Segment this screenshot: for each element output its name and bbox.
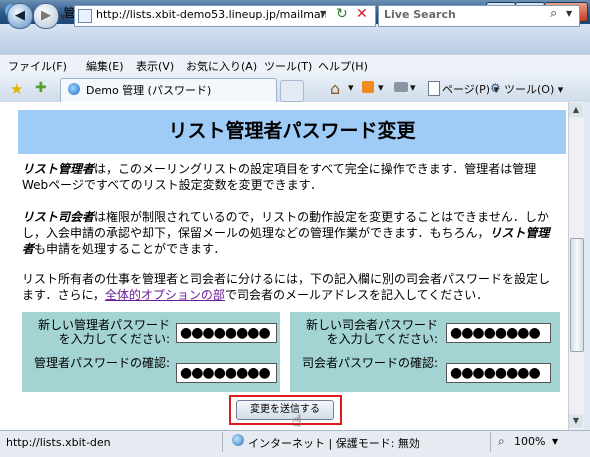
page-menu-icon[interactable] — [428, 81, 440, 96]
home-dropdown-icon[interactable]: ▾ — [348, 81, 354, 94]
tab-label[interactable]: Demo 管理 (パスワード) — [86, 82, 211, 98]
hand-cursor-icon: ☝ — [292, 411, 302, 430]
print-icon[interactable] — [394, 82, 408, 92]
admin-description: リスト管理者は，このメーリングリストの設定項目をすべて完全に操作できます．管理者… — [22, 161, 558, 193]
zoom-icon[interactable]: ⌕ — [498, 434, 505, 449]
page-title: リスト管理者パスワード変更 — [168, 120, 416, 142]
moderator-confirm-password-input[interactable]: ●●●●●●●● — [446, 363, 551, 383]
search-icon[interactable]: ⌕ — [550, 6, 557, 21]
ie-tab-icon — [68, 83, 80, 95]
menu-edit[interactable]: 編集(E) — [86, 58, 124, 74]
admin-description-text: は，このメーリングリストの設定項目をすべて完全に操作できます．管理者は管理Web… — [22, 162, 537, 192]
refresh-icon[interactable]: ↻ — [336, 6, 348, 22]
menu-view[interactable]: 表示(V) — [136, 58, 174, 74]
stop-icon[interactable]: ✕ — [356, 6, 368, 22]
tools-menu[interactable]: ツール(O) ▾ — [504, 81, 563, 97]
menu-help[interactable]: ヘルプ(H) — [318, 58, 368, 74]
general-options-link[interactable]: 全体的オプションの部 — [105, 288, 225, 302]
owner-instructions: リスト所有者の仕事を管理者と司会者に分けるには，下の記入欄に別の司会者パスワード… — [22, 271, 558, 303]
moderator-description-end: も申請を処理することができます． — [34, 242, 226, 256]
back-button[interactable]: ◀ — [7, 3, 33, 29]
search-dropdown-icon[interactable]: ▼ — [566, 9, 572, 18]
moderator-term: リスト司会者 — [22, 210, 95, 224]
zoom-level[interactable]: 100% — [514, 435, 545, 448]
owner-instructions-end: で司会者のメールアドレスを記入してください． — [224, 288, 489, 302]
admin-new-password-input[interactable]: ●●●●●●●● — [176, 323, 277, 343]
add-favorite-icon[interactable]: ✚ — [35, 80, 47, 96]
address-dropdown-icon[interactable]: ▼ — [320, 9, 326, 18]
moderator-confirm-password-label: 司会者パスワードの確認: — [301, 356, 438, 370]
address-text[interactable]: http://lists.xbit-demo53.lineup.jp/mailm… — [96, 8, 326, 21]
navigation-bar — [0, 24, 590, 54]
zoom-dropdown-icon[interactable]: ▼ — [552, 437, 558, 446]
history-dropdown-icon[interactable]: ▼ — [60, 13, 66, 22]
security-zone[interactable]: インターネット | 保護モード: 無効 — [248, 435, 420, 451]
moderator-description: リスト司会者は権限が制限されているので，リストの動作設定を変更することはできませ… — [22, 209, 558, 257]
search-placeholder[interactable]: Live Search — [384, 8, 456, 21]
moderator-description-text: は権限が制限されているので，リストの動作設定を変更することはできません．しかし，… — [22, 210, 549, 240]
scroll-down-arrow-icon[interactable]: ▼ — [569, 414, 583, 428]
status-url: http://lists.xbit-den — [6, 436, 111, 449]
menu-tools[interactable]: ツール(T) — [264, 58, 312, 74]
moderator-new-password-input[interactable]: ●●●●●●●● — [446, 323, 551, 343]
moderator-new-password-label: 新しい司会者パスワードを入力してください: — [305, 318, 438, 346]
new-tab-button[interactable] — [280, 80, 304, 102]
scroll-thumb[interactable] — [570, 238, 584, 352]
favorites-star-icon[interactable]: ★ — [10, 80, 23, 98]
admin-new-password-label: 新しい管理者パスワードを入力してください: — [37, 318, 170, 346]
forward-button[interactable]: ▶ — [33, 3, 59, 29]
print-dropdown[interactable]: ▾ — [410, 81, 416, 94]
feeds-dropdown[interactable]: ▾ — [378, 81, 384, 94]
status-divider — [222, 432, 223, 452]
internet-zone-icon — [232, 434, 244, 446]
tools-gear-icon[interactable]: ⚙ — [490, 81, 501, 95]
menu-favorites[interactable]: お気に入り(A) — [186, 58, 257, 74]
feeds-icon[interactable] — [362, 81, 374, 93]
scroll-up-arrow-icon[interactable]: ▲ — [569, 103, 583, 117]
admin-confirm-password-input[interactable]: ●●●●●●●● — [176, 363, 277, 383]
window-frame — [584, 102, 590, 430]
admin-confirm-password-label: 管理者パスワードの確認: — [33, 356, 170, 370]
status-divider — [490, 432, 491, 452]
home-icon[interactable]: ⌂ — [330, 79, 340, 98]
menu-file[interactable]: ファイル(F) — [8, 58, 67, 74]
admin-term: リスト管理者 — [22, 162, 95, 176]
page-icon — [78, 9, 92, 23]
highlight-box — [229, 395, 342, 425]
